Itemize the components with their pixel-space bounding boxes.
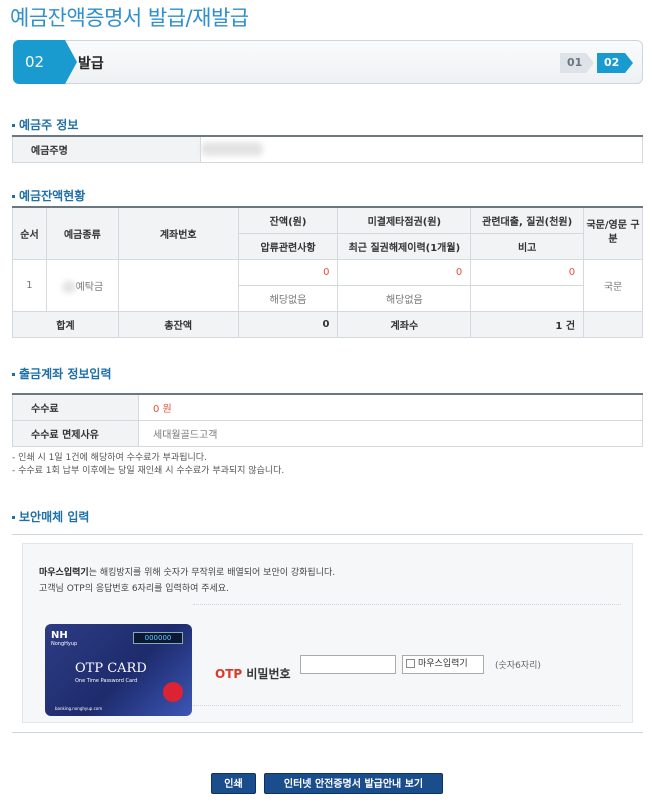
fee-value: 0 원 xyxy=(138,393,643,421)
step-02-badge: 02 xyxy=(597,53,633,73)
total-sum-label: 총잔액 xyxy=(117,310,239,338)
otp-password-label: OTP 비밀번호 xyxy=(215,667,291,681)
depositor-table: 예금주명 xyxy=(12,135,643,163)
checkbox-icon[interactable] xyxy=(406,659,415,668)
header-unpaid-bill: 미결제타점권(원) xyxy=(337,206,472,234)
security-inner-panel: 마우스입력기는 해킹방지를 위해 숫자가 무작위로 배열되어 보안이 강화됩니다… xyxy=(22,543,633,723)
withdraw-section-title: 출금계좌 정보입력 xyxy=(12,365,112,382)
header-note: 비고 xyxy=(470,232,585,260)
bullet-icon xyxy=(12,373,15,376)
masked-name xyxy=(201,142,263,157)
row-note xyxy=(470,284,585,312)
fee-notes: - 인쇄 시 1일 1건에 해당하여 수수료가 부과됩니다. - 수수료 1회 … xyxy=(12,452,284,478)
masked-type-prefix xyxy=(61,280,76,293)
page-title: 예금잔액증명서 발급/재발급 xyxy=(10,6,249,30)
table-row: 1 예탁금 0 0 0 국문 xyxy=(12,258,643,312)
depositor-section-title: 예금주 정보 xyxy=(12,116,78,133)
row-unpaid-bill: 0 xyxy=(337,258,472,286)
bullet-icon xyxy=(12,516,15,519)
security-section-title: 보안매체 입력 xyxy=(12,508,89,525)
row-seizure: 해당없음 xyxy=(237,284,339,312)
header-account: 계좌번호 xyxy=(117,206,239,260)
header-lang: 국문/영문 구분 xyxy=(583,206,643,260)
issuance-guide-button[interactable]: 인터넷 안전증명서 발급안내 보기 xyxy=(264,773,443,794)
fee-label: 수수료 xyxy=(12,393,139,421)
header-loan: 관련대출, 질권(천원) xyxy=(470,206,585,234)
total-label: 합계 xyxy=(12,310,119,338)
row-seq: 1 xyxy=(12,258,47,312)
withdraw-table: 수수료 0 원 수수료 면제사유 세대월골드고객 xyxy=(12,393,643,447)
header-seq: 순서 xyxy=(12,206,47,260)
bullet-icon xyxy=(12,195,15,198)
total-row: 합계 총잔액 0 계좌수 1 건 xyxy=(12,310,643,338)
fee-note-1: - 인쇄 시 1일 1건에 해당하여 수수료가 부과됩니다. xyxy=(12,453,207,463)
depositor-label: 예금주명 xyxy=(12,135,201,163)
exempt-label: 수수료 면제사유 xyxy=(12,419,139,447)
header-pledge-release: 최근 질권해제이력(1개월) xyxy=(337,232,472,260)
balance-section-title: 예금잔액현황 xyxy=(12,187,85,204)
row-balance: 0 xyxy=(237,258,339,286)
total-count-label: 계좌수 xyxy=(337,310,472,338)
security-guide: 마우스입력기는 해킹방지를 위해 숫자가 무작위로 배열되어 보안이 강화됩니다… xyxy=(39,568,336,594)
print-button[interactable]: 인쇄 xyxy=(211,773,256,794)
header-type: 예금종류 xyxy=(45,206,119,260)
bullet-icon xyxy=(12,124,15,127)
total-empty xyxy=(583,310,643,338)
exempt-value: 세대월골드고객 xyxy=(138,419,643,447)
step-indicator: 02 발급 01 02 xyxy=(13,40,643,84)
otp-lock-icon xyxy=(163,682,183,702)
header-seizure: 압류관련사항 xyxy=(237,232,339,260)
row-loan: 0 xyxy=(470,258,585,286)
current-step-number: 02 xyxy=(13,40,77,84)
mouse-input-toggle[interactable]: 마우스입력기 xyxy=(402,655,484,674)
row-type: 예탁금 xyxy=(45,258,119,312)
total-count-value: 1 건 xyxy=(470,310,585,338)
fee-note-2: - 수수료 1회 납부 이후에는 당일 재인쇄 시 수수료가 부과되지 않습니다… xyxy=(12,466,285,476)
row-pledge-release: 해당없음 xyxy=(337,284,472,312)
divider xyxy=(193,705,621,706)
divider xyxy=(193,604,621,605)
total-sum-value: 0 xyxy=(237,310,339,338)
row-lang: 국문 xyxy=(583,258,643,312)
current-step-label: 발급 xyxy=(78,56,104,72)
otp-card-image: NH NongHyup 000000 OTP CARD One Time Pas… xyxy=(45,624,192,716)
depositor-name-value xyxy=(200,135,643,163)
header-balance: 잔액(원) xyxy=(237,206,339,234)
step-01-badge: 01 xyxy=(560,53,594,73)
otp-password-input[interactable] xyxy=(300,655,396,674)
row-account xyxy=(117,258,239,312)
balance-table: 순서 예금종류 계좌번호 잔액(원) 미결제타점권(원) 관련대출, 질권(천원… xyxy=(12,206,643,338)
security-box: 마우스입력기는 해킹방지를 위해 숫자가 무작위로 배열되어 보안이 강화됩니다… xyxy=(12,534,643,733)
otp-hint: (숫자6자리) xyxy=(495,661,541,671)
